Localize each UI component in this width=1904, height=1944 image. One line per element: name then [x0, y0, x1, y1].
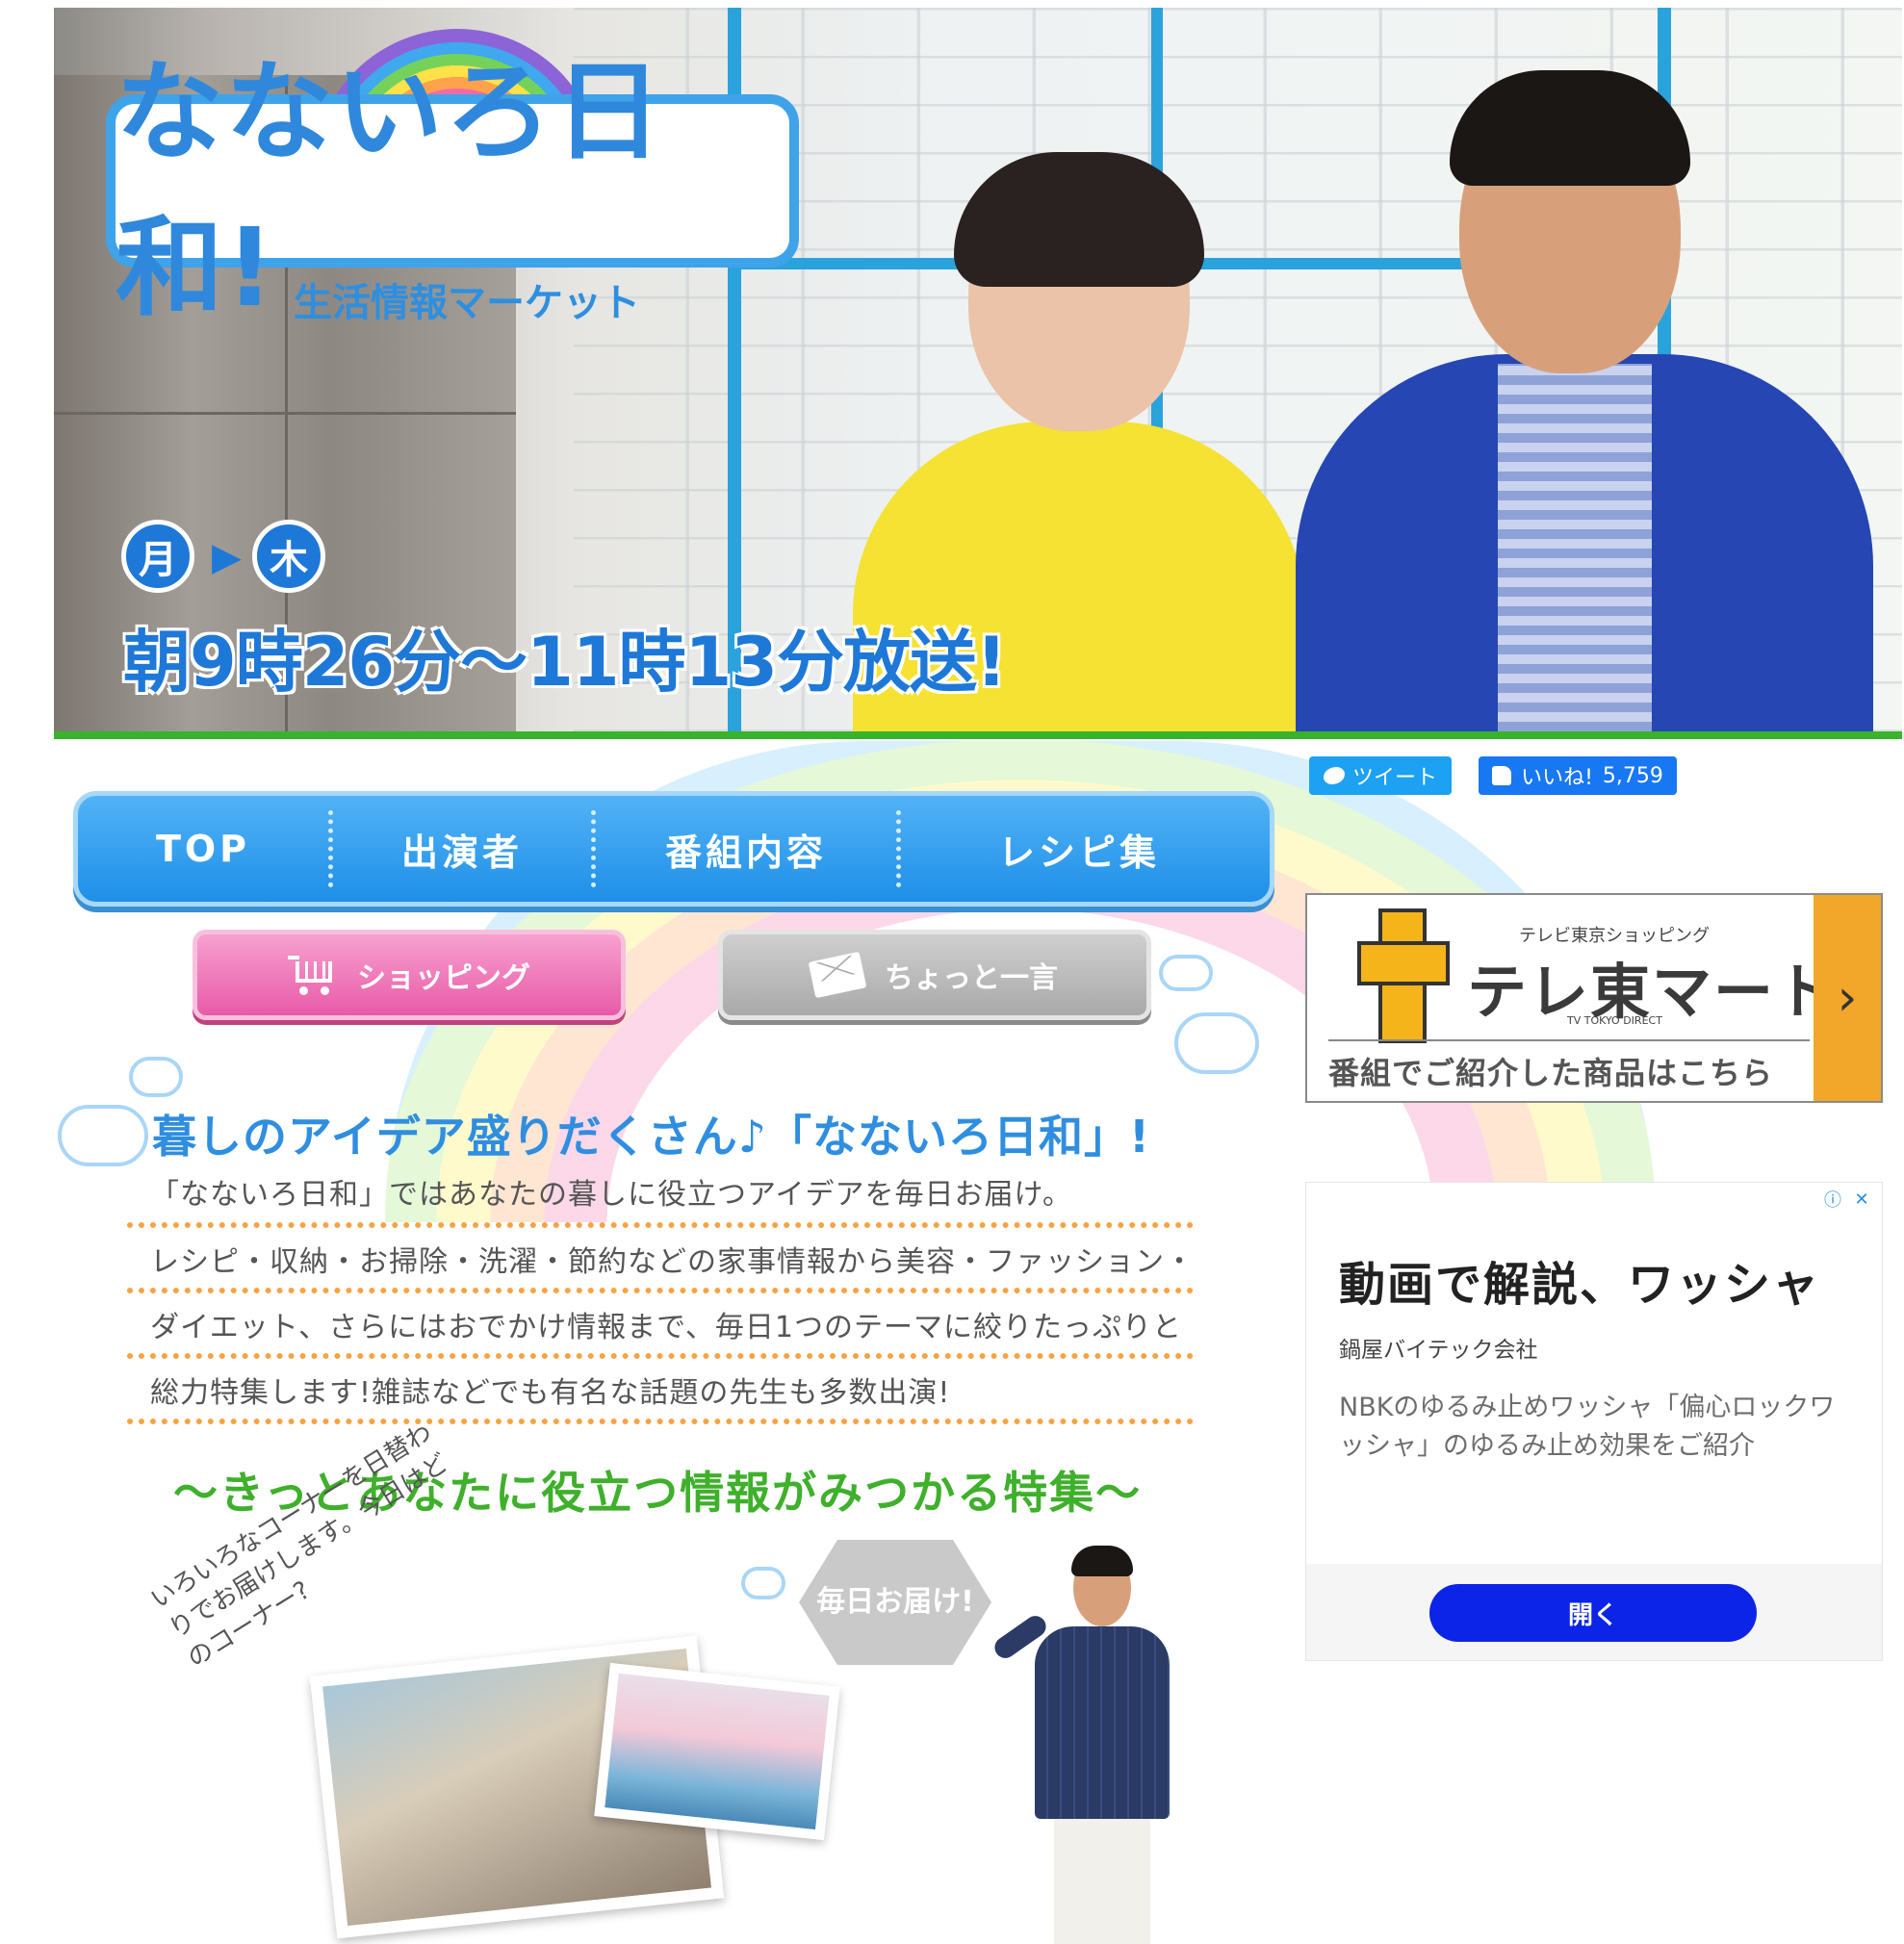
ad-headline[interactable]: 動画で解説、ワッシャ [1339, 1246, 1820, 1314]
speech-bubble: 毎日お届け! [799, 1540, 991, 1665]
dotted-divider [127, 1222, 1194, 1228]
tweet-button[interactable]: ツイート [1309, 756, 1452, 795]
intro-line: ダイエット、さらにはおでかけ情報まで、毎日1つのテーマに絞りたっぷりと [150, 1311, 1182, 1344]
background-fridge-seam [54, 412, 516, 415]
host-male-shirt [1498, 364, 1652, 731]
airtime-text: 朝9時26分〜11時13分放送! [123, 623, 1007, 702]
cart-icon [288, 956, 336, 995]
ad-open-button[interactable]: 開く [1429, 1584, 1757, 1642]
corner-caption: いろいろなコーナーを日替わりでお届けします。今日はどのコーナー? [145, 1418, 454, 1675]
telemart-banner[interactable]: テレビ東京ショッピング テレ東マート TV TOKYO DIRECT 番組でご紹… [1305, 893, 1883, 1103]
telemart-logo-icon [1357, 941, 1450, 985]
tweet-label: ツイート [1351, 766, 1437, 790]
day-end-badge: 木 [252, 520, 325, 593]
program-logo[interactable]: なないろ日和! [106, 50, 799, 331]
intro-line: 総力特集します!雑誌などでも有名な話題の先生も多数出演! [150, 1376, 951, 1410]
ad-info-icon[interactable]: ⓘ [1820, 1187, 1845, 1212]
logo-subtitle: 生活情報マーケット [294, 281, 640, 325]
like-button[interactable]: いいね! 5,759 [1479, 756, 1677, 795]
dotted-divider [127, 1288, 1194, 1293]
cloud-icon [58, 1105, 148, 1166]
shopping-button[interactable]: ショッピング [193, 930, 626, 1020]
main-nav: TOP 出演者 番組内容 レシピ集 [73, 791, 1274, 907]
nav-program[interactable]: 番組内容 [596, 796, 896, 902]
twitter-bird-icon [1323, 767, 1345, 784]
dotted-divider [127, 1353, 1194, 1359]
hero-divider [54, 731, 1902, 739]
intro-heading: 暮しのアイデア盛りだくさん♪「なないろ日和」! [152, 1111, 1151, 1163]
comment-button[interactable]: ちょっと一言 [718, 930, 1151, 1020]
nav-cast[interactable]: 出演者 [333, 796, 591, 902]
ad-advertiser: 鍋屋バイテック会社 [1339, 1338, 1538, 1363]
intro-line: レシピ・収納・お掃除・洗濯・節約などの家事情報から美容・ファッション・ [150, 1245, 1195, 1279]
close-icon[interactable]: ✕ [1849, 1187, 1874, 1212]
ad-choices: ⓘ ✕ [1820, 1187, 1874, 1212]
day-start-badge: 月 [121, 520, 194, 593]
telemart-divider [1328, 1039, 1810, 1041]
cloud-icon [1174, 1012, 1259, 1074]
host-illustration [991, 1546, 1174, 1944]
mail-icon [808, 951, 867, 999]
cloud-icon [1159, 955, 1213, 991]
corner-photo [594, 1662, 840, 1841]
cloud-icon [129, 1057, 183, 1097]
comment-label: ちょっと一言 [885, 961, 1058, 995]
ad-unit: ⓘ ✕ 動画で解説、ワッシャ 鍋屋バイテック会社 NBKのゆるみ止めワッシャ「偏… [1305, 1182, 1883, 1661]
intro-line: 「なないろ日和」ではあなたの暮しに役立つアイデアを毎日お届け。 [150, 1178, 1072, 1212]
like-count: 5,759 [1602, 763, 1663, 788]
nav-top[interactable]: TOP [78, 796, 328, 902]
cloud-icon [741, 1567, 785, 1599]
shopping-label: ショッピング [357, 961, 530, 995]
ad-body: NBKのゆるみ止めワッシャ「偏心ロックワッシャ」のゆるみ止め効果をご紹介 [1339, 1393, 1836, 1461]
nav-recipes[interactable]: レシピ集 [901, 796, 1257, 902]
dotted-divider [127, 1419, 1194, 1424]
chevron-right-icon[interactable]: › [1814, 895, 1881, 1101]
telemart-caption: 番組でご紹介した商品はこちら [1328, 1055, 1774, 1091]
telemart-en-label: TV TOKYO DIRECT [1567, 1014, 1662, 1027]
thumbs-up-icon [1492, 766, 1512, 785]
day-arrow-icon: ▶ [212, 535, 242, 579]
like-label: いいね! [1521, 766, 1593, 790]
